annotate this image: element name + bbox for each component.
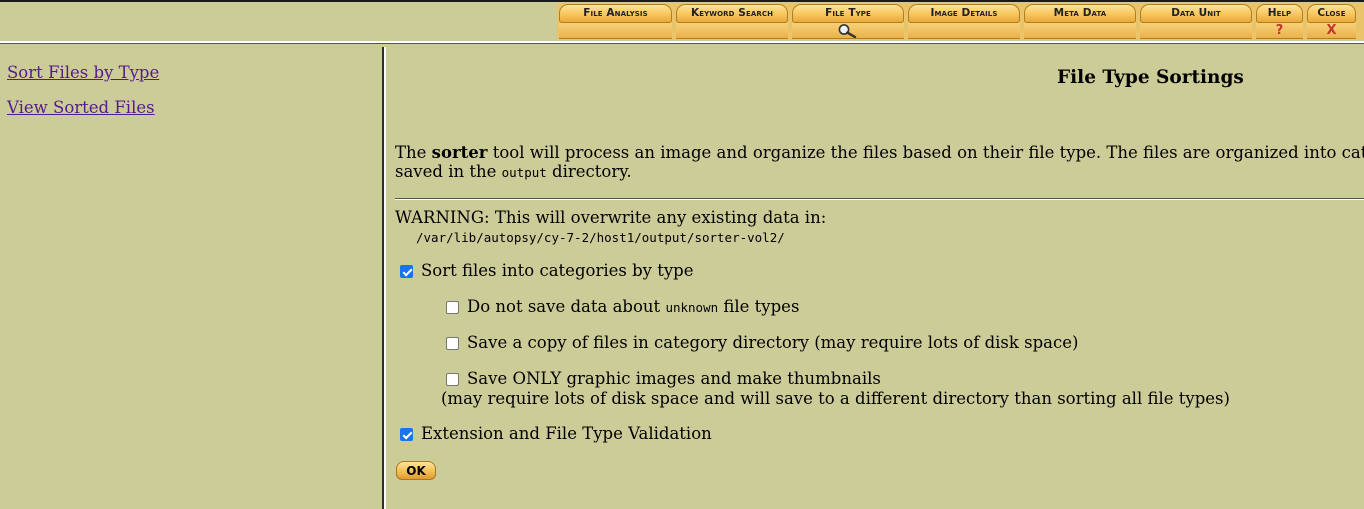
tab-label: Data Unit <box>1140 4 1252 23</box>
help-icon: ? <box>1256 23 1303 39</box>
unknown-code: unknown <box>665 300 719 315</box>
sort-categories-label: Sort files into categories by type <box>421 261 694 280</box>
tab-label: Close <box>1307 4 1356 23</box>
tab-image-details[interactable]: Image Details <box>906 3 1022 40</box>
intro-text: The sorter tool will process an image an… <box>395 143 1364 162</box>
extension-validation-checkbox[interactable] <box>400 428 413 441</box>
close-icon: X <box>1307 23 1356 39</box>
skip-unknown-label: Do not save data about unknown file type… <box>467 297 799 316</box>
skip-unknown-checkbox[interactable] <box>446 301 459 314</box>
tab-strip: File Analysis Keyword Search File Type I… <box>557 3 1364 40</box>
output-path: /var/lib/autopsy/cy-7-2/host1/output/sor… <box>416 230 785 245</box>
tab-label: File Type <box>792 4 904 23</box>
skip-unknown-post: file types <box>718 297 800 316</box>
save-copy-checkbox[interactable] <box>446 337 459 350</box>
intro-pre: The <box>395 143 432 162</box>
tab-data-unit[interactable]: Data Unit <box>1138 3 1254 40</box>
intro-line2-post: directory. <box>546 162 632 181</box>
tab-close[interactable]: Close X <box>1305 3 1358 40</box>
tab-keyword-search[interactable]: Keyword Search <box>674 3 790 40</box>
main-frame: File Type Sortings The sorter tool will … <box>386 47 1364 509</box>
divider-line <box>395 198 1364 200</box>
tab-lower <box>1024 23 1136 39</box>
tab-label: Image Details <box>908 4 1020 23</box>
warning-text: WARNING: This will overwrite any existin… <box>395 208 827 227</box>
tab-lower <box>1140 23 1252 39</box>
tab-label: Meta Data <box>1024 4 1136 23</box>
bar-separator-shadow <box>0 43 1364 44</box>
tab-file-type[interactable]: File Type <box>790 3 906 40</box>
intro-post: tool will process an image and organize … <box>487 143 1364 162</box>
tab-lower <box>676 23 788 39</box>
view-sorted-link[interactable]: View Sorted Files <box>7 98 155 117</box>
tab-lower <box>559 23 672 39</box>
top-edge <box>0 0 1364 2</box>
magnifier-icon <box>838 24 857 39</box>
tab-label: File Analysis <box>559 4 672 23</box>
tab-meta-data[interactable]: Meta Data <box>1022 3 1138 40</box>
sort-files-link[interactable]: Sort Files by Type <box>7 63 159 82</box>
tab-help[interactable]: Help ? <box>1254 3 1305 40</box>
images-only-note: (may require lots of disk space and will… <box>441 389 1230 408</box>
left-nav-frame: Sort Files by Type View Sorted Files <box>0 47 386 509</box>
save-copy-label: Save a copy of files in category directo… <box>467 333 1079 352</box>
tab-label: Help <box>1256 4 1303 23</box>
output-dir-name: output <box>501 165 547 180</box>
tab-label: Keyword Search <box>676 4 788 23</box>
top-tab-bar: File Analysis Keyword Search File Type I… <box>0 0 1364 44</box>
tab-file-analysis[interactable]: File Analysis <box>557 3 674 40</box>
tab-lower <box>792 23 904 39</box>
images-only-checkbox[interactable] <box>446 373 459 386</box>
tool-name: sorter <box>431 143 488 162</box>
extension-validation-label: Extension and File Type Validation <box>421 424 712 443</box>
intro-text-line2: saved in the output directory. <box>395 162 632 181</box>
images-only-label: Save ONLY graphic images and make thumbn… <box>467 369 881 388</box>
page-title: File Type Sortings <box>1057 67 1244 88</box>
ok-button[interactable]: OK <box>396 461 436 480</box>
intro-line2-pre: saved in the <box>395 162 502 181</box>
skip-unknown-pre: Do not save data about <box>467 297 666 316</box>
sort-categories-checkbox[interactable] <box>400 265 413 278</box>
tab-lower <box>908 23 1020 39</box>
